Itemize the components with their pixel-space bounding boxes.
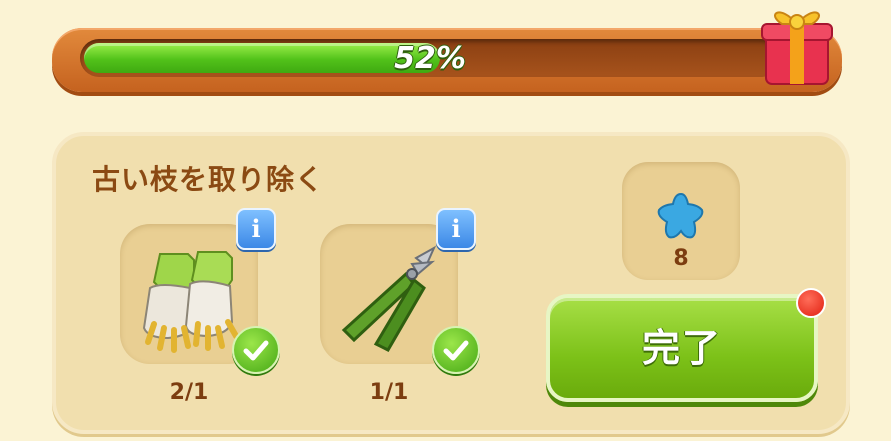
progress-bar: 52% <box>52 28 842 92</box>
task-title: 古い枝を取り除く <box>92 163 325 196</box>
reward-slot: 8 <box>622 162 740 280</box>
progress-track: 52% <box>80 39 780 77</box>
gift-box-icon[interactable] <box>758 0 834 88</box>
requirement-count: 2/1 <box>169 380 209 405</box>
progress-label: 52% <box>394 41 466 76</box>
requirement-count: 1/1 <box>369 380 409 405</box>
checkmark-icon <box>432 326 480 374</box>
info-button[interactable]: i <box>236 208 276 250</box>
task-panel: 古い枝を取り除く i 2/1 i 1/1 8 完了 <box>52 132 850 434</box>
blue-star-icon <box>657 192 704 239</box>
info-button[interactable]: i <box>436 208 476 250</box>
notification-dot <box>796 288 826 318</box>
reward-count: 8 <box>673 246 689 271</box>
complete-button[interactable]: 完了 <box>546 294 818 402</box>
checkmark-icon <box>232 326 280 374</box>
